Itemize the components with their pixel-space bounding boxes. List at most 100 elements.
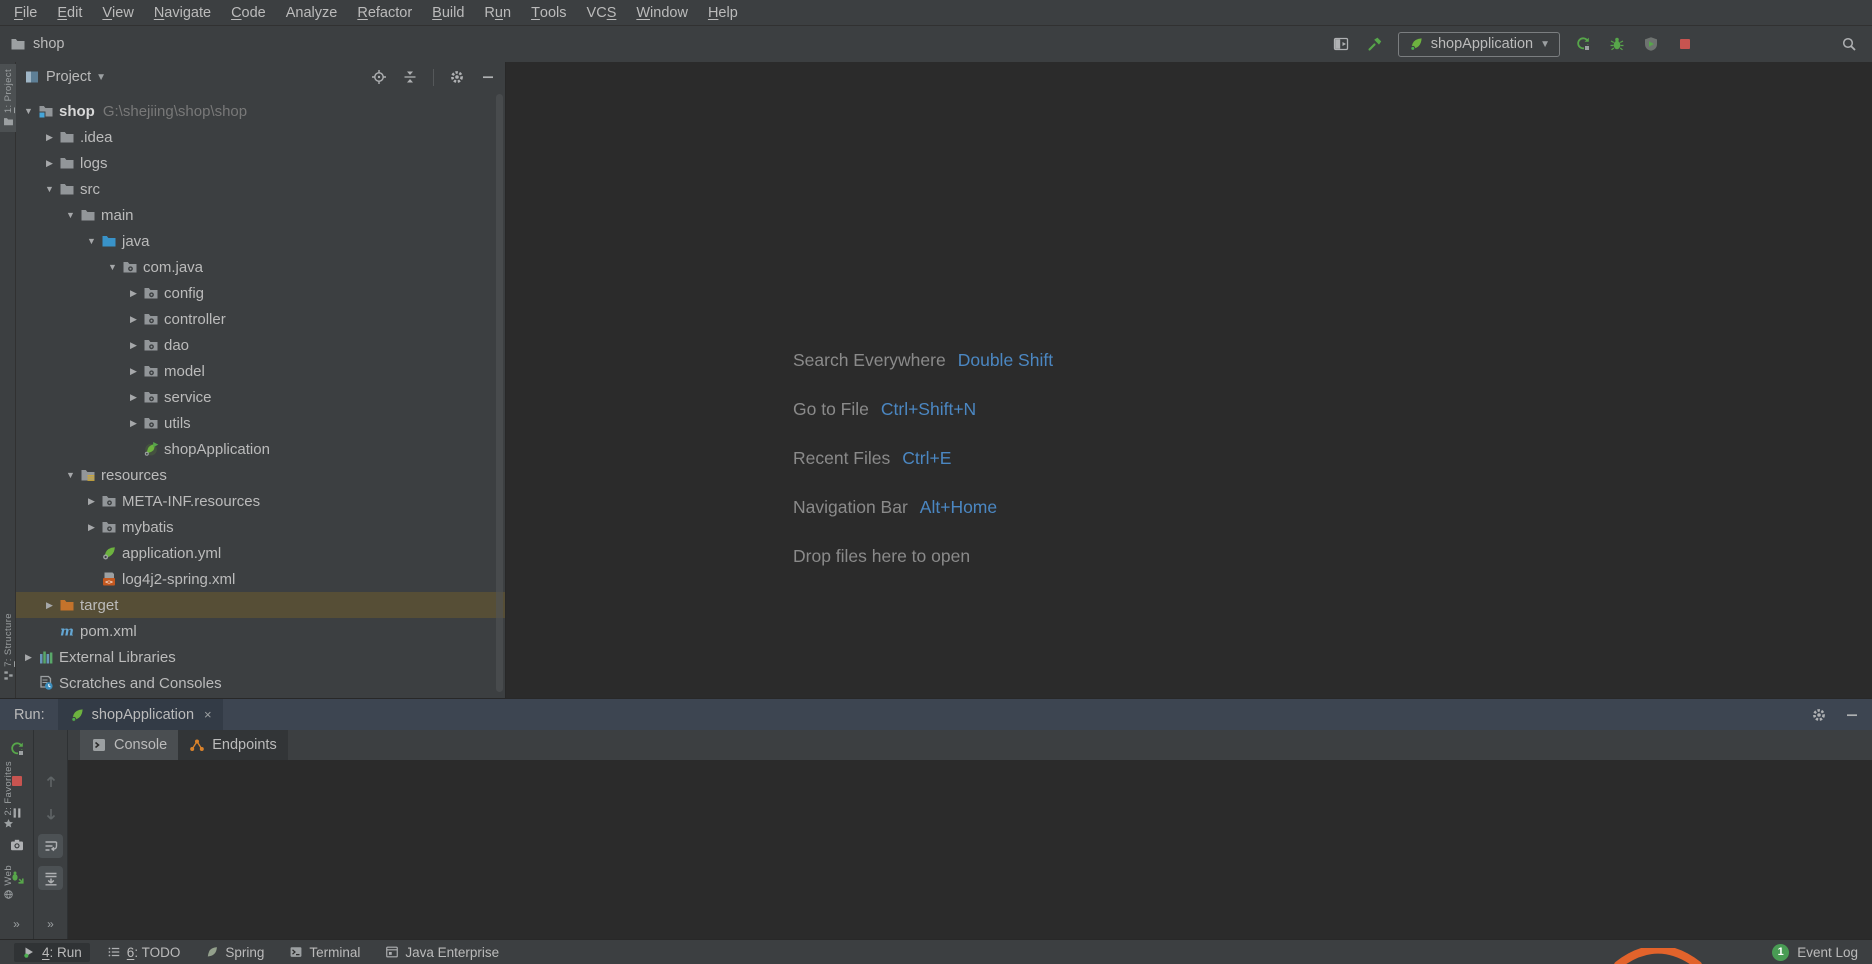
tree-item-shopapplication[interactable]: shopApplication <box>16 436 505 462</box>
menu-tools[interactable]: Tools <box>521 0 576 25</box>
tree-item-meta-inf.resources[interactable]: ▶ META-INF.resources <box>16 488 505 514</box>
menu-vcs[interactable]: VC S <box>577 0 627 25</box>
tree-item-application.yml[interactable]: application.yml <box>16 540 505 566</box>
statusbar-4-run[interactable]: 4: Run <box>14 942 90 962</box>
tree-item-controller[interactable]: ▶ controller <box>16 306 505 332</box>
close-icon[interactable]: × <box>204 707 212 722</box>
expand-arrow-icon[interactable]: ▼ <box>20 106 37 116</box>
debug-button[interactable] <box>1606 33 1628 55</box>
collapse-all-icon[interactable] <box>402 69 418 85</box>
tree-item-resources[interactable]: ▼ resources <box>16 462 505 488</box>
gear-icon[interactable] <box>449 69 465 85</box>
statusbar-6-todo[interactable]: 6: TODO <box>99 943 189 962</box>
tree-item-scratches-and-consoles[interactable]: Scratches and Consoles <box>16 670 505 696</box>
tab-console[interactable]: Console <box>80 730 179 760</box>
tool-window-tab-project[interactable]: 1: Project <box>0 64 16 133</box>
menu-refactor[interactable]: Refactor <box>347 0 422 25</box>
hide-panel-icon[interactable] <box>1844 707 1860 723</box>
project-panel-title[interactable]: Project <box>46 69 91 85</box>
tree-item-pom.xml[interactable]: m pom.xml <box>16 618 505 644</box>
chevron-down-icon[interactable]: ▼ <box>96 72 106 83</box>
tree-scrollbar[interactable] <box>496 94 503 692</box>
rerun-button[interactable] <box>1572 33 1594 55</box>
tool-window-tab-web[interactable]: Web <box>0 860 16 905</box>
expand-arrow-icon[interactable]: ▶ <box>83 522 100 533</box>
expand-arrow-icon[interactable]: ▶ <box>125 340 142 351</box>
gear-icon[interactable] <box>1811 707 1827 723</box>
tree-item-main[interactable]: ▼ main <box>16 202 505 228</box>
todo-icon <box>107 945 121 959</box>
expand-arrow-icon[interactable]: ▶ <box>125 418 142 429</box>
tree-item-config[interactable]: ▶ config <box>16 280 505 306</box>
tool-window-tab-structure[interactable]: 7: Structure <box>0 608 16 686</box>
expand-arrow-icon[interactable]: ▶ <box>83 496 100 507</box>
menu-edit[interactable]: Edit <box>47 0 92 25</box>
expand-arrow-icon[interactable]: ▶ <box>41 132 58 143</box>
tree-item-service[interactable]: ▶ service <box>16 384 505 410</box>
event-log[interactable]: 1 Event Log <box>1772 943 1858 961</box>
expand-arrow-icon[interactable]: ▶ <box>41 158 58 169</box>
expand-arrow-icon[interactable]: ▶ <box>125 366 142 377</box>
expand-arrow-icon[interactable]: ▼ <box>83 236 100 246</box>
tree-item-com.java[interactable]: ▼ com.java <box>16 254 505 280</box>
softwrap-icon[interactable] <box>38 834 63 858</box>
expand-arrow-icon[interactable]: ▶ <box>20 652 37 663</box>
folder-icon <box>58 181 75 197</box>
menu-code[interactable]: Code <box>221 0 276 25</box>
more-actions-icon[interactable]: » <box>13 917 20 931</box>
tree-item-model[interactable]: ▶ model <box>16 358 505 384</box>
expand-arrow-icon[interactable]: ▶ <box>125 392 142 403</box>
more-actions-icon[interactable]: » <box>47 917 54 931</box>
tree-item-mybatis[interactable]: ▶ mybatis <box>16 514 505 540</box>
expand-arrow-icon[interactable]: ▶ <box>41 600 58 611</box>
tree-item-logs[interactable]: ▶ logs <box>16 150 505 176</box>
tab-endpoints[interactable]: Endpoints <box>178 730 288 760</box>
expand-arrow-icon[interactable]: ▼ <box>104 262 121 272</box>
menu-build[interactable]: Build <box>422 0 474 25</box>
expand-arrow-icon[interactable]: ▼ <box>41 184 58 194</box>
run-tab-shopapplication[interactable]: shopApplication × <box>57 699 223 730</box>
run-with-coverage-button[interactable] <box>1640 33 1662 55</box>
run-play-icon <box>22 945 36 959</box>
expand-arrow-icon[interactable]: ▼ <box>62 210 79 220</box>
tree-item-dao[interactable]: ▶ dao <box>16 332 505 358</box>
tree-item-utils[interactable]: ▶ utils <box>16 410 505 436</box>
menu-window[interactable]: Window <box>626 0 698 25</box>
run-configuration-select[interactable]: shopApplication ▼ <box>1397 31 1560 57</box>
build-hammer-icon[interactable] <box>1364 33 1386 55</box>
shortcut-keys: Ctrl+E <box>902 448 952 468</box>
tree-item-src[interactable]: ▼ src <box>16 176 505 202</box>
tree-item-.idea[interactable]: ▶ .idea <box>16 124 505 150</box>
scrollend-icon[interactable] <box>38 866 63 890</box>
statusbar-terminal[interactable]: Terminal <box>281 943 368 962</box>
tree-item-target[interactable]: ▶ target <box>16 592 505 618</box>
tool-window-tab-favorites[interactable]: 2: Favorites <box>0 756 16 834</box>
menu-run[interactable]: Run <box>474 0 521 25</box>
tree-item-java[interactable]: ▼ java <box>16 228 505 254</box>
menu-analyze[interactable]: Analyze <box>276 0 348 25</box>
hide-panel-icon[interactable] <box>480 69 496 85</box>
breadcrumb[interactable]: shop <box>10 36 64 52</box>
tree-item-log4j2-spring.xml[interactable]: <> log4j2-spring.xml <box>16 566 505 592</box>
menu-view[interactable]: View <box>92 0 143 25</box>
statusbar-java-enterprise[interactable]: Java Enterprise <box>377 943 507 962</box>
orange-swoosh-annotation <box>1614 948 1702 964</box>
locate-file-icon[interactable] <box>371 69 387 85</box>
tree-item-external-libraries[interactable]: ▶ External Libraries <box>16 644 505 670</box>
run-tool-window-icon[interactable] <box>1330 33 1352 55</box>
expand-arrow-icon[interactable]: ▶ <box>125 288 142 299</box>
expand-arrow-icon[interactable]: ▼ <box>62 470 79 480</box>
camera-icon[interactable] <box>4 833 29 857</box>
statusbar-spring[interactable]: Spring <box>197 943 272 962</box>
console-output-area[interactable] <box>68 760 1872 939</box>
menu-navigate[interactable]: Navigate <box>144 0 221 25</box>
search-everywhere-icon[interactable] <box>1838 33 1860 55</box>
run-configuration-name: shopApplication <box>1430 36 1534 52</box>
menu-file[interactable]: File <box>4 0 47 25</box>
stop-button[interactable] <box>1674 33 1696 55</box>
run-toolbar-console: » <box>34 730 68 939</box>
tree-item-shop[interactable]: ▼ shop G:\shejiing\shop\shop <box>16 98 505 124</box>
menu-help[interactable]: Help <box>698 0 748 25</box>
expand-arrow-icon[interactable]: ▶ <box>125 314 142 325</box>
console-icon <box>91 737 107 753</box>
